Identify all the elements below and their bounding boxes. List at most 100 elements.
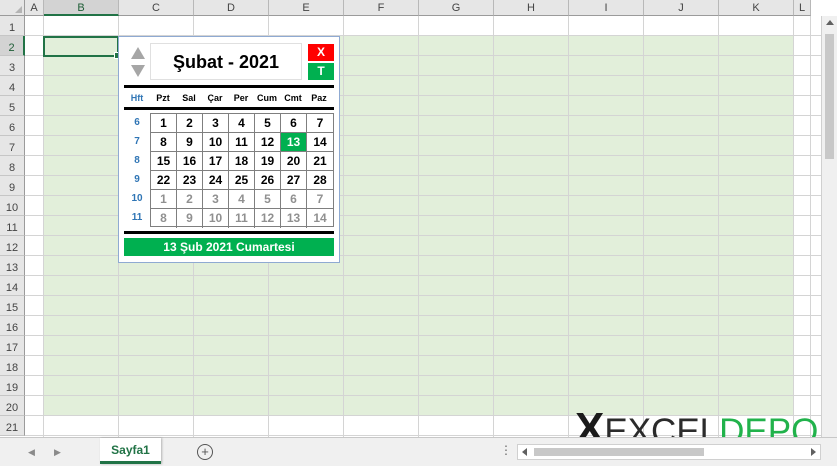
- day-cell-next-month[interactable]: 1: [151, 190, 177, 209]
- row-header-10[interactable]: 10: [0, 196, 25, 216]
- row-header-20[interactable]: 20: [0, 396, 25, 416]
- day-cell[interactable]: 27: [281, 171, 307, 190]
- scroll-right-icon[interactable]: [811, 448, 816, 456]
- row-header-15[interactable]: 15: [0, 296, 25, 316]
- day-cell-next-month[interactable]: 11: [229, 209, 255, 228]
- day-cell[interactable]: 6: [281, 114, 307, 133]
- row-header-4[interactable]: 4: [0, 76, 25, 96]
- row-header-11[interactable]: 11: [0, 216, 25, 236]
- row-header-13[interactable]: 13: [0, 256, 25, 276]
- scroll-up-icon[interactable]: [826, 20, 834, 25]
- day-cell[interactable]: 17: [203, 152, 229, 171]
- day-cell[interactable]: 2: [177, 114, 203, 133]
- sheet-tab-sayfa1[interactable]: Sayfa1: [100, 438, 161, 464]
- weekday-header: Sal: [182, 93, 196, 103]
- day-cell-next-month[interactable]: 13: [281, 209, 307, 228]
- column-header-k[interactable]: K: [719, 0, 794, 16]
- scroll-left-icon[interactable]: [522, 448, 527, 456]
- row-header-21[interactable]: 21: [0, 416, 25, 436]
- day-cell[interactable]: 5: [255, 114, 281, 133]
- day-cell[interactable]: 19: [255, 152, 281, 171]
- row-gridline: [25, 295, 821, 296]
- active-cell-b2[interactable]: [43, 36, 121, 59]
- day-cell-next-month[interactable]: 5: [255, 190, 281, 209]
- row-header-19[interactable]: 19: [0, 376, 25, 396]
- day-cell-next-month[interactable]: 7: [307, 190, 333, 209]
- prev-sheet-icon[interactable]: ◀: [28, 447, 35, 458]
- column-header-d[interactable]: D: [194, 0, 269, 16]
- day-cell[interactable]: 24: [203, 171, 229, 190]
- tab-split-handle-icon[interactable]: ⋮: [500, 443, 512, 457]
- row-header-18[interactable]: 18: [0, 356, 25, 376]
- day-cell[interactable]: 10: [203, 133, 229, 152]
- today-button[interactable]: T: [308, 63, 334, 80]
- column-gridline: [493, 16, 494, 437]
- day-cell-next-month[interactable]: 6: [281, 190, 307, 209]
- column-header-i[interactable]: I: [569, 0, 644, 16]
- day-cell[interactable]: 4: [229, 114, 255, 133]
- add-sheet-icon[interactable]: +: [197, 444, 213, 460]
- day-cell[interactable]: 22: [151, 171, 177, 190]
- day-cell[interactable]: 21: [307, 152, 333, 171]
- row-gridline: [25, 355, 821, 356]
- column-header-e[interactable]: E: [269, 0, 344, 16]
- day-cell-selected[interactable]: 13: [281, 133, 307, 152]
- column-header-g[interactable]: G: [419, 0, 494, 16]
- day-cell[interactable]: 12: [255, 133, 281, 152]
- day-cell-next-month[interactable]: 9: [177, 209, 203, 228]
- week-number: 11: [131, 212, 143, 223]
- day-cell[interactable]: 3: [203, 114, 229, 133]
- day-cell[interactable]: 26: [255, 171, 281, 190]
- day-cell[interactable]: 8: [151, 133, 177, 152]
- previous-month-icon[interactable]: [131, 47, 145, 59]
- day-cell-next-month[interactable]: 10: [203, 209, 229, 228]
- row-header-5[interactable]: 5: [0, 96, 25, 116]
- row-header-14[interactable]: 14: [0, 276, 25, 296]
- day-cell-next-month[interactable]: 12: [255, 209, 281, 228]
- row-header-2[interactable]: 2: [0, 36, 25, 56]
- column-header-a[interactable]: A: [25, 0, 44, 16]
- column-header-l[interactable]: L: [794, 0, 811, 16]
- day-cell-next-month[interactable]: 2: [177, 190, 203, 209]
- row-header-12[interactable]: 12: [0, 236, 25, 256]
- horizontal-scrollbar[interactable]: [517, 444, 821, 460]
- column-header-h[interactable]: H: [494, 0, 569, 16]
- day-cell[interactable]: 18: [229, 152, 255, 171]
- day-cell[interactable]: 11: [229, 133, 255, 152]
- row-header-16[interactable]: 16: [0, 316, 25, 336]
- horizontal-scroll-thumb[interactable]: [534, 448, 704, 456]
- day-cell[interactable]: 23: [177, 171, 203, 190]
- day-cell[interactable]: 20: [281, 152, 307, 171]
- day-cell-next-month[interactable]: 8: [151, 209, 177, 228]
- day-cell[interactable]: 28: [307, 171, 333, 190]
- column-header-j[interactable]: J: [644, 0, 719, 16]
- day-cell[interactable]: 14: [307, 133, 333, 152]
- select-all-corner[interactable]: [0, 0, 25, 16]
- day-cell[interactable]: 9: [177, 133, 203, 152]
- row-header-8[interactable]: 8: [0, 156, 25, 176]
- vertical-scrollbar[interactable]: [821, 16, 837, 437]
- day-cell[interactable]: 25: [229, 171, 255, 190]
- day-cell[interactable]: 1: [151, 114, 177, 133]
- week-number: 10: [131, 193, 143, 204]
- row-header-3[interactable]: 3: [0, 56, 25, 76]
- day-cell-next-month[interactable]: 4: [229, 190, 255, 209]
- column-header-c[interactable]: C: [119, 0, 194, 16]
- row-header-7[interactable]: 7: [0, 136, 25, 156]
- row-header-6[interactable]: 6: [0, 116, 25, 136]
- day-cell[interactable]: 15: [151, 152, 177, 171]
- next-month-icon[interactable]: [131, 65, 145, 77]
- row-gridline: [25, 395, 821, 396]
- row-header-9[interactable]: 9: [0, 176, 25, 196]
- day-cell-next-month[interactable]: 3: [203, 190, 229, 209]
- row-header-1[interactable]: 1: [0, 16, 25, 36]
- day-cell[interactable]: 7: [307, 114, 333, 133]
- next-sheet-icon[interactable]: ▶: [54, 447, 61, 458]
- column-header-b[interactable]: B: [44, 0, 119, 16]
- row-header-17[interactable]: 17: [0, 336, 25, 356]
- column-header-f[interactable]: F: [344, 0, 419, 16]
- day-cell-next-month[interactable]: 14: [307, 209, 333, 228]
- vertical-scroll-thumb[interactable]: [825, 34, 834, 159]
- close-button[interactable]: X: [308, 44, 334, 61]
- day-cell[interactable]: 16: [177, 152, 203, 171]
